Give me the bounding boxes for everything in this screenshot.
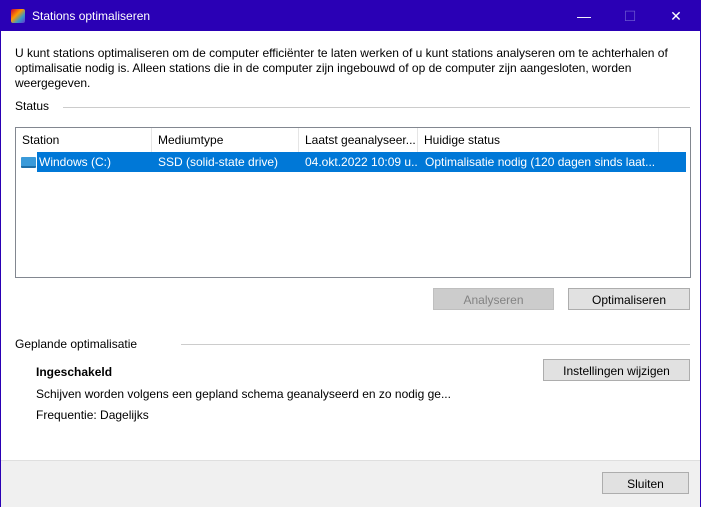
column-header-current-status[interactable]: Huidige status bbox=[418, 128, 659, 152]
close-button[interactable]: Sluiten bbox=[602, 472, 689, 494]
column-header-station[interactable]: Station bbox=[16, 128, 152, 152]
drive-status: Optimalisatie nodig (120 dagen sinds laa… bbox=[425, 155, 656, 169]
defrag-app-icon bbox=[11, 9, 25, 23]
title-bar: Stations optimaliseren — ☐ ✕ bbox=[1, 1, 700, 31]
scheduled-heading: Geplande optimalisatie bbox=[15, 337, 138, 351]
status-divider bbox=[63, 107, 690, 108]
window-title: Stations optimaliseren bbox=[32, 9, 151, 23]
drive-media-type: SSD (solid-state drive) bbox=[158, 155, 279, 169]
maximize-button: ☐ bbox=[623, 8, 637, 24]
description-text: U kunt stations optimaliseren om de comp… bbox=[15, 46, 668, 90]
schedule-state: Ingeschakeld bbox=[36, 365, 113, 379]
minimize-button[interactable]: — bbox=[561, 1, 607, 31]
scheduled-divider bbox=[181, 344, 690, 345]
optimize-drives-window: Stations optimaliseren — ☐ ✕ U kunt stat… bbox=[0, 0, 701, 507]
column-header-media-type[interactable]: Mediumtype bbox=[152, 128, 299, 152]
drive-name: Windows (C:) bbox=[39, 155, 112, 169]
table-row[interactable]: Windows (C:) SSD (solid-state drive) 04.… bbox=[37, 152, 686, 172]
footer: Sluiten bbox=[1, 460, 700, 507]
close-window-button[interactable]: ✕ bbox=[653, 1, 699, 31]
drive-icon bbox=[21, 157, 36, 168]
schedule-info: Schijven worden volgens een gepland sche… bbox=[36, 387, 451, 401]
status-heading: Status bbox=[15, 99, 50, 113]
schedule-frequency: Frequentie: Dagelijks bbox=[36, 408, 149, 422]
analyze-button[interactable]: Analyseren bbox=[433, 288, 554, 310]
drive-last-analyzed: 04.okt.2022 10:09 u... bbox=[305, 155, 417, 169]
optimize-button[interactable]: Optimaliseren bbox=[568, 288, 690, 310]
drives-list[interactable]: Station Mediumtype Laatst geanalyseer...… bbox=[15, 127, 691, 278]
change-settings-button[interactable]: Instellingen wijzigen bbox=[543, 359, 690, 381]
column-header-last-analyzed[interactable]: Laatst geanalyseer... bbox=[299, 128, 418, 152]
